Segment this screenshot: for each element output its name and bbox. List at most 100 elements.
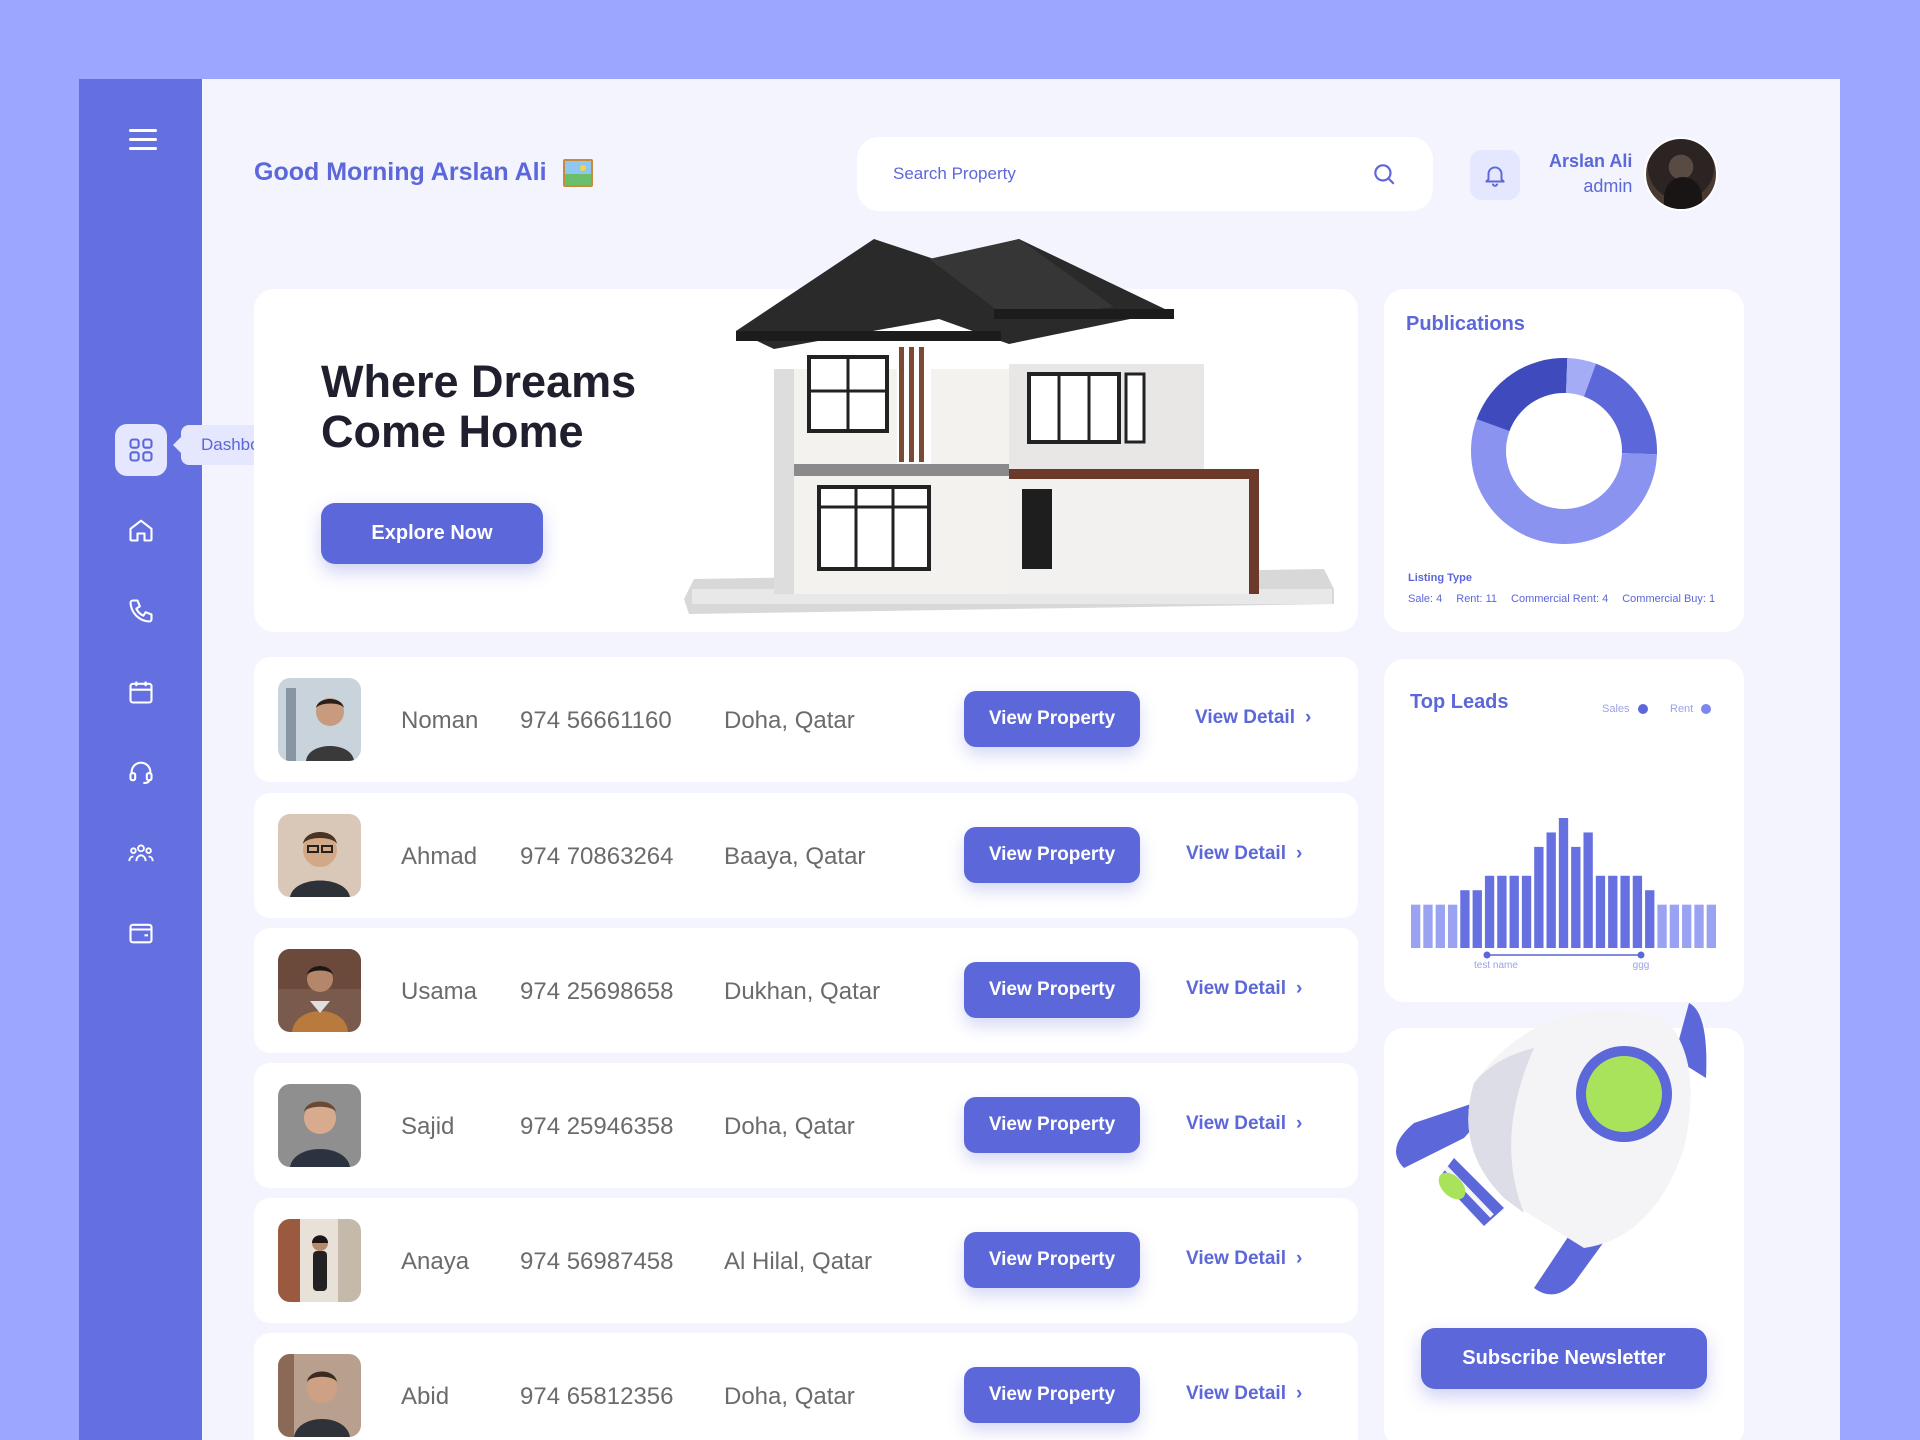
- lead-avatar: [278, 949, 361, 1032]
- search-icon[interactable]: [1371, 161, 1397, 187]
- view-detail-link[interactable]: View Detail ›: [1186, 978, 1302, 1000]
- lead-row: Ahmad 974 70863264 Baaya, Qatar View Pro…: [254, 793, 1358, 918]
- search-bar[interactable]: [857, 137, 1433, 211]
- view-detail-link[interactable]: View Detail ›: [1186, 1248, 1302, 1270]
- view-detail-link[interactable]: View Detail ›: [1186, 1113, 1302, 1135]
- sidebar-item-calls[interactable]: [115, 585, 167, 637]
- view-property-button[interactable]: View Property: [964, 1232, 1140, 1288]
- axis-marker: [1483, 951, 1491, 959]
- bar: [1460, 890, 1470, 948]
- user-name: Arslan Ali: [1549, 151, 1633, 171]
- hamburger-menu-icon[interactable]: [129, 129, 157, 153]
- lead-avatar: [278, 678, 361, 761]
- legend-commercial-rent: Commercial Rent: 4: [1511, 593, 1609, 605]
- lead-name: Anaya: [401, 1248, 470, 1275]
- lead-avatar: [278, 1354, 361, 1437]
- view-detail-label: View Detail: [1186, 1383, 1286, 1404]
- top-leads-bar-chart: test name ggg: [1411, 818, 1716, 971]
- sidebar-item-home[interactable]: [115, 504, 167, 556]
- view-property-button[interactable]: View Property: [964, 827, 1140, 883]
- app-frame: Dashboard Good Morning Arslan Ali Arslan…: [79, 79, 1840, 1440]
- subscribe-newsletter-button[interactable]: Subscribe Newsletter: [1421, 1328, 1707, 1389]
- lead-name: Ahmad: [401, 843, 478, 870]
- lead-location: Doha, Qatar: [724, 1113, 855, 1140]
- users-icon: [128, 844, 154, 862]
- headset-icon: [129, 761, 153, 785]
- picture-icon: [562, 158, 593, 187]
- chevron-right-icon: ›: [1295, 1248, 1303, 1269]
- lead-row: Sajid 974 25946358 Doha, Qatar View Prop…: [254, 1063, 1358, 1188]
- legend-sale: Sale: 4: [1408, 593, 1443, 605]
- listing-type-legend: Sale: 4 Rent: 11 Commercial Rent: 4 Comm…: [1408, 593, 1715, 605]
- bar: [1484, 875, 1495, 948]
- wallet-icon: [129, 923, 153, 944]
- donut-slice-commercial-rent: [1476, 358, 1568, 432]
- chevron-right-icon: ›: [1295, 1383, 1303, 1404]
- notifications-button[interactable]: [1470, 150, 1520, 200]
- sidebar-item-team[interactable]: [115, 827, 167, 879]
- home-icon: [129, 519, 153, 542]
- chevron-right-icon: ›: [1295, 978, 1303, 999]
- user-avatar[interactable]: [1644, 137, 1719, 211]
- greeting-text: Good Morning Arslan Ali: [254, 158, 547, 186]
- lead-phone: 974 65812356: [520, 1383, 674, 1410]
- bar: [1435, 904, 1445, 948]
- publications-title: Publications: [1406, 313, 1525, 335]
- lead-avatar: [278, 814, 361, 897]
- lead-location: Doha, Qatar: [724, 1383, 855, 1410]
- bar: [1497, 875, 1507, 948]
- bar: [1669, 904, 1680, 948]
- rocket-illustration: [1396, 1003, 1707, 1295]
- view-detail-link[interactable]: View Detail ›: [1186, 1383, 1302, 1405]
- lead-phone: 974 56661160: [520, 707, 672, 734]
- lead-phone: 974 56987458: [520, 1248, 674, 1275]
- bar: [1423, 904, 1433, 948]
- house-image: [684, 239, 1334, 614]
- bar: [1595, 875, 1606, 948]
- x-tick-label: ggg: [1633, 960, 1650, 971]
- x-tick-label: test name: [1474, 960, 1518, 971]
- view-property-button[interactable]: View Property: [964, 1367, 1140, 1423]
- lead-name: Noman: [401, 707, 479, 734]
- lead-row: Anaya 974 56987458 Al Hilal, Qatar View …: [254, 1198, 1358, 1323]
- view-detail-label: View Detail: [1186, 1248, 1286, 1269]
- user-profile[interactable]: Arslan Ali admin: [1549, 137, 1719, 211]
- calendar-icon: [129, 681, 153, 704]
- view-detail-link[interactable]: View Detail ›: [1186, 843, 1302, 865]
- view-detail-link[interactable]: View Detail ›: [1195, 707, 1311, 729]
- legend-rent: Rent: 11: [1456, 593, 1498, 605]
- bar: [1447, 904, 1458, 948]
- lead-location: Al Hilal, Qatar: [724, 1248, 873, 1275]
- lead-name: Abid: [401, 1383, 450, 1410]
- sidebar-item-calendar[interactable]: [115, 666, 167, 718]
- sidebar-item-wallet[interactable]: [115, 907, 167, 959]
- sidebar-item-support[interactable]: [115, 746, 167, 798]
- chevron-right-icon: ›: [1304, 707, 1312, 728]
- bell-icon: [1485, 166, 1505, 187]
- view-detail-label: View Detail: [1186, 843, 1286, 864]
- bar: [1411, 904, 1421, 948]
- user-info: Arslan Ali admin: [1549, 151, 1632, 197]
- view-property-button[interactable]: View Property: [964, 1097, 1140, 1153]
- explore-now-button[interactable]: Explore Now: [321, 503, 543, 564]
- bar: [1645, 890, 1655, 948]
- lead-row: Abid 974 65812356 Doha, Qatar View Prope…: [254, 1333, 1358, 1440]
- lead-phone: 974 25946358: [520, 1113, 674, 1140]
- lead-avatar: [278, 1219, 361, 1302]
- chevron-right-icon: ›: [1295, 1113, 1303, 1134]
- bar: [1620, 875, 1630, 948]
- bar: [1534, 846, 1544, 948]
- lead-location: Baaya, Qatar: [724, 843, 866, 870]
- lead-phone: 974 25698658: [520, 978, 674, 1005]
- view-property-button[interactable]: View Property: [964, 691, 1140, 747]
- bar: [1509, 875, 1519, 948]
- sidebar-item-dashboard[interactable]: [115, 424, 167, 476]
- lead-row: Noman 974 56661160 Doha, Qatar View Prop…: [254, 657, 1358, 782]
- lead-avatar: [278, 1084, 361, 1167]
- view-property-button[interactable]: View Property: [964, 962, 1140, 1018]
- view-detail-label: View Detail: [1195, 707, 1295, 728]
- lead-row: Usama 974 25698658 Dukhan, Qatar View Pr…: [254, 928, 1358, 1053]
- search-input[interactable]: [893, 164, 1371, 184]
- phone-icon: [129, 599, 153, 623]
- bar: [1571, 846, 1581, 948]
